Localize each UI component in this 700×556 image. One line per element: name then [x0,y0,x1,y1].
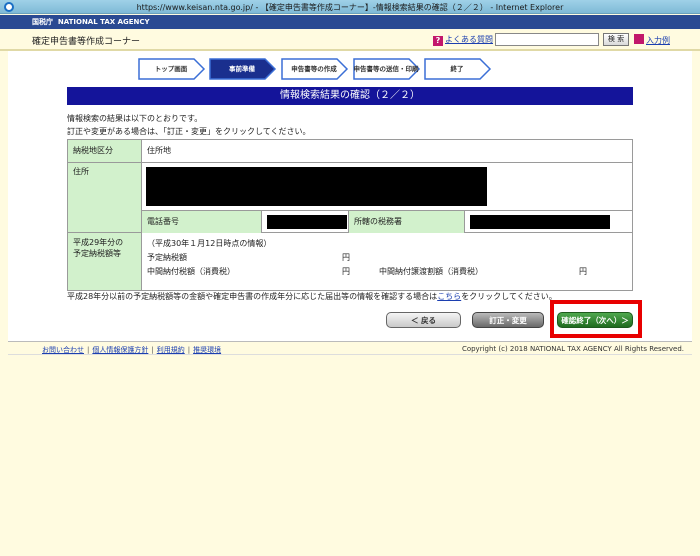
page-title: 情報検索結果の確認（２／２） [67,87,633,105]
environment-link[interactable]: 推奨環境 [193,346,221,354]
confirm-next-button[interactable]: 確認終了（次へ）＞ [557,312,633,328]
footer-divider [8,341,692,342]
yen-unit: 円 [579,267,587,276]
window-title: https://www.keisan.nta.go.jp/ - 【確定申告書等作… [136,3,564,12]
book-icon [634,34,644,44]
prepay-as-of: （平成30年１月12日時点の情報） [147,239,272,248]
input-example-link[interactable]: 入力例 [634,34,670,46]
table-row: 平成29年分の 予定納税額等 （平成30年１月12日時点の情報） 予定納税額 円… [67,232,633,291]
phone-row: 電話番号 所轄の税務署 [142,210,632,233]
yen-unit: 円 [342,267,350,276]
redacted-phone [267,215,347,229]
prepay-label: 平成29年分の 予定納税額等 [67,232,142,291]
site-header: 確定申告書等作成コーナー ? よくある質問 検 索 入力例 [0,29,700,51]
prepay-amount-label: 予定納税額 [147,253,187,262]
interim-consumption-label: 中間納付税額（消費税） [147,267,235,276]
yen-unit: 円 [342,253,350,262]
contact-link[interactable]: お問い合わせ [42,346,84,354]
agency-bar: 国税庁 NATIONAL TAX AGENCY [0,15,700,29]
tax-office-label: 所轄の税務署 [349,211,465,233]
back-button[interactable]: ＜ 戻る [386,312,461,328]
interim-transfer-label: 中間納付譲渡割額（消費税） [379,267,483,276]
footer-strip [8,354,692,355]
info-table: 納税地区分 住所地 住所 電話番号 所轄の税務署 平成29年分の 予定納税額等 … [67,139,633,291]
tax-location-label: 納税地区分 [67,139,142,163]
here-link[interactable]: こちら [437,292,461,301]
table-row: 住所 電話番号 所轄の税務署 [67,162,633,233]
agency-logo: 国税庁 NATIONAL TAX AGENCY [32,18,150,26]
window-titlebar: https://www.keisan.nta.go.jp/ - 【確定申告書等作… [0,0,700,14]
copyright: Copyright (c) 2018 NATIONAL TAX AGENCY A… [461,345,684,353]
privacy-link[interactable]: 個人情報保護方針 [92,346,148,354]
phone-label: 電話番号 [142,211,262,233]
address-label: 住所 [67,162,142,233]
address-cell: 電話番号 所轄の税務署 [141,162,633,233]
tax-office-value [465,211,632,233]
prepay-cell: （平成30年１月12日時点の情報） 予定納税額 円 中間納付税額（消費税） 円 … [141,232,633,291]
tax-location-value: 住所地 [141,139,633,163]
phone-value [262,211,349,233]
question-icon: ? [433,36,443,46]
corner-name: 確定申告書等作成コーナー [32,37,141,47]
previous-years-note: 平成28年分以前の予定納税額等の金額や確定申告書の作成年分に応じた届出等の情報を… [67,292,557,301]
redacted-address [146,167,487,206]
table-row: 納税地区分 住所地 [67,139,633,163]
search-button[interactable]: 検 索 [603,33,629,46]
redacted-tax-office [470,215,610,229]
terms-link[interactable]: 利用規約 [157,346,185,354]
search-input[interactable] [495,33,599,46]
edit-button[interactable]: 訂正・変更 [472,312,544,328]
faq-link[interactable]: ? よくある質問 [433,34,493,46]
intro-text: 情報検索の結果は以下のとおりです。 訂正や変更がある場合は、「訂正・変更」をクリ… [67,114,311,136]
